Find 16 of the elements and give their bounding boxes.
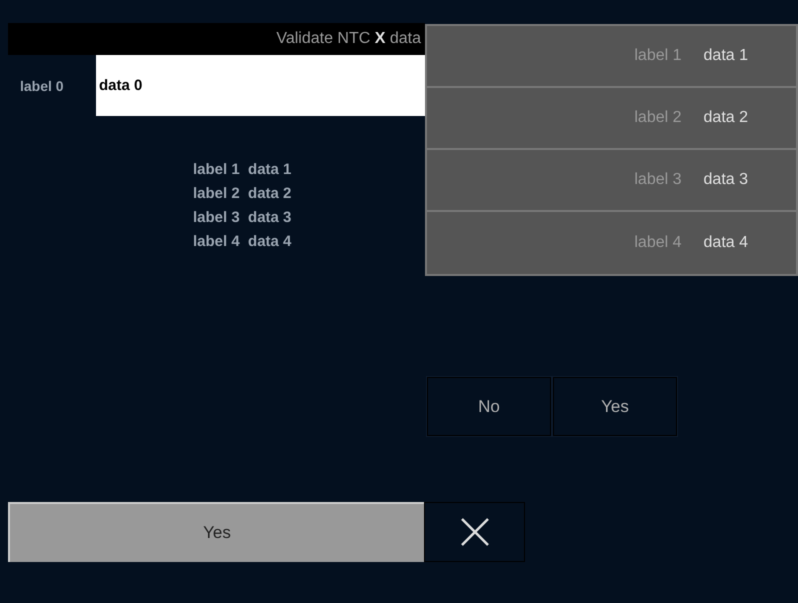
dropdown-option[interactable]: label 4 data 4 (427, 212, 796, 274)
input-field[interactable]: data 0 (96, 55, 425, 116)
detail-line: label 4 data 4 (193, 233, 292, 250)
dropdown-option[interactable]: label 1 data 1 (427, 26, 796, 88)
dropdown-option[interactable]: label 2 data 2 (427, 88, 796, 150)
dropdown-option[interactable]: label 3 data 3 (427, 150, 796, 212)
yes-button[interactable]: Yes (8, 502, 424, 562)
detail-line: label 2 data 2 (193, 185, 292, 202)
close-button[interactable] (424, 502, 525, 562)
window-title: Validate NTC X data (276, 30, 421, 48)
field-label: label 0 (19, 78, 65, 94)
detail-line: label 1 data 1 (193, 161, 292, 178)
confirm-button[interactable]: Yes (552, 376, 678, 437)
confirm-button[interactable]: No (426, 376, 552, 437)
detail-line: label 3 data 3 (193, 209, 292, 226)
close-icon (460, 517, 490, 547)
